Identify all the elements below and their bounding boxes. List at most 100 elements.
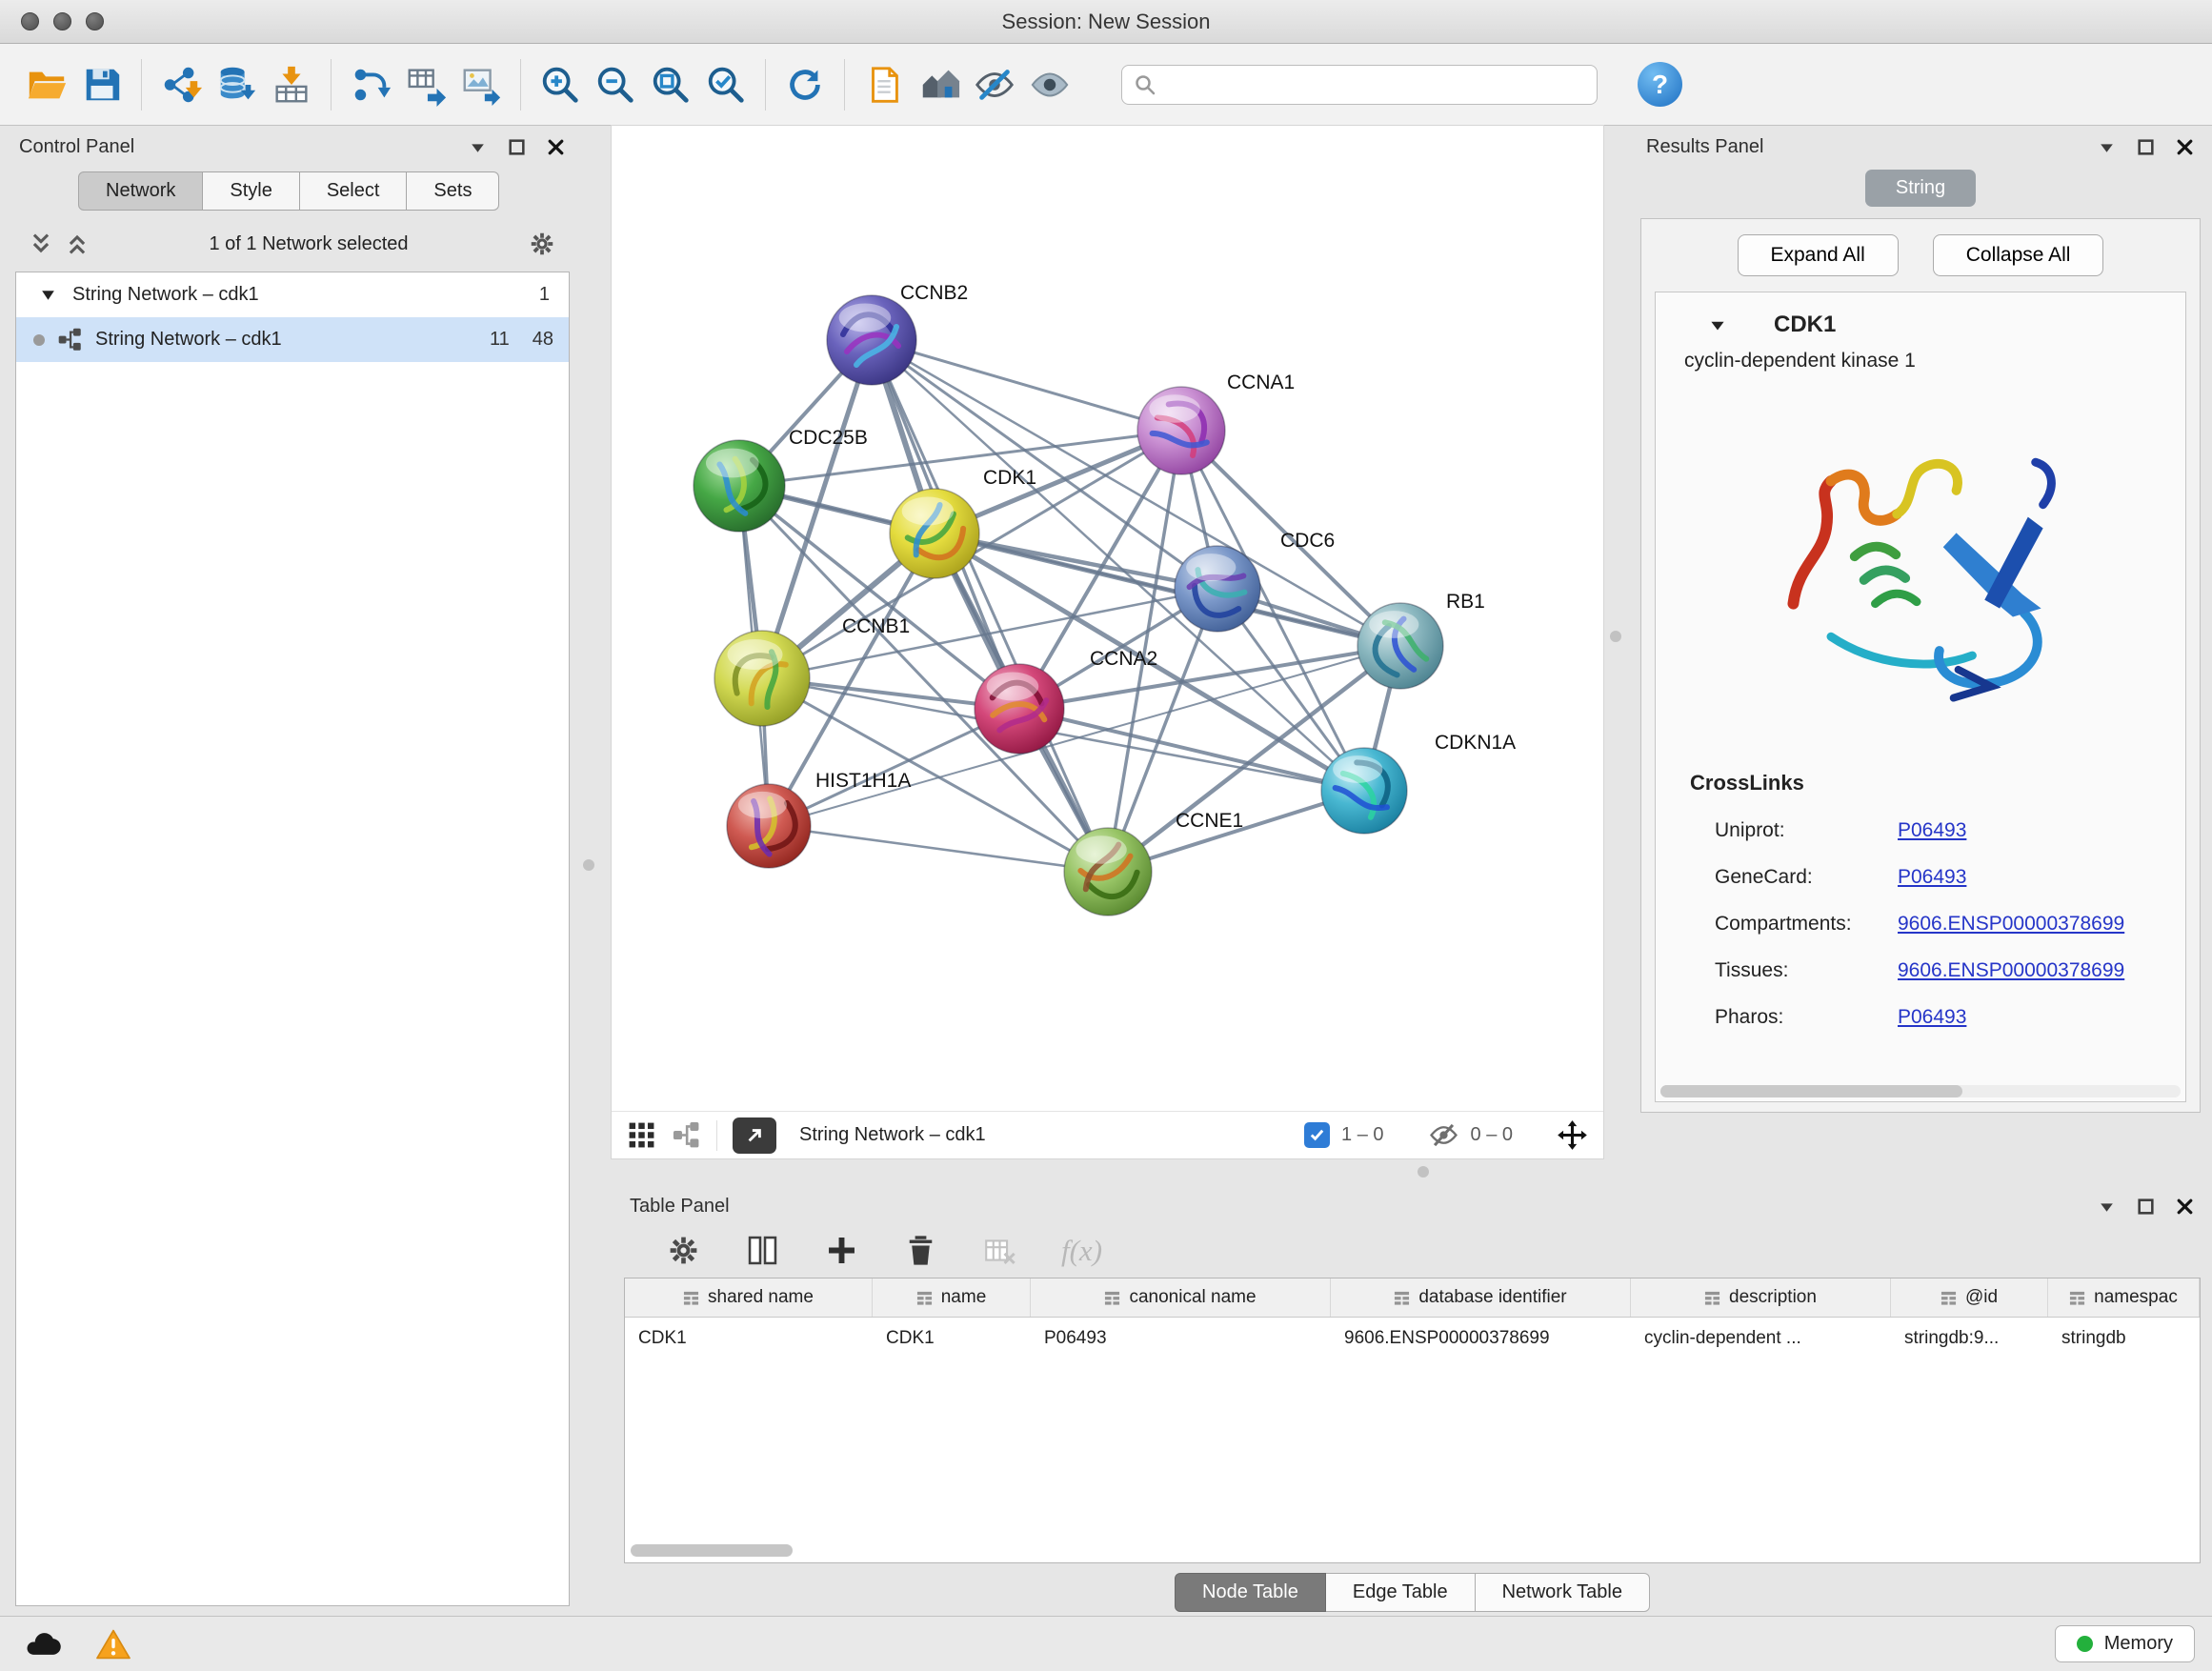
hidden-eye-slash-icon[interactable] (1428, 1119, 1459, 1151)
section-collapse-caret-icon[interactable] (1707, 314, 1728, 335)
folder-open-icon (25, 63, 69, 107)
panel-menu-caret-icon[interactable] (468, 137, 488, 157)
network-row-selected[interactable]: String Network – cdk1 11 48 (16, 317, 569, 362)
network-node-cdc6[interactable] (1175, 546, 1260, 632)
export-image-button[interactable] (453, 54, 509, 115)
network-edge[interactable] (872, 340, 1108, 872)
column-header[interactable]: database identifier (1331, 1278, 1631, 1317)
close-panel-icon[interactable] (2175, 1197, 2195, 1217)
show-panels-button[interactable] (1022, 54, 1077, 115)
import-network-file-button[interactable] (153, 54, 209, 115)
zoom-window-button[interactable] (86, 12, 104, 30)
table-row[interactable]: CDK1 CDK1 P06493 9606.ENSP00000378699 cy… (625, 1318, 2200, 1359)
network-node-ccnb1[interactable] (714, 631, 810, 726)
collapse-all-button[interactable]: Collapse All (1933, 234, 2104, 276)
close-window-button[interactable] (21, 12, 39, 30)
cloud-status-button[interactable] (17, 1624, 69, 1664)
network-small-icon[interactable] (672, 1120, 701, 1150)
network-node-ccnb2[interactable] (827, 295, 916, 385)
tab-string[interactable]: String (1865, 170, 1976, 207)
network-node-hist1h1a[interactable] (727, 784, 811, 868)
zoom-selected-button[interactable] (698, 54, 754, 115)
export-table-button[interactable] (398, 54, 453, 115)
tab-edge-table[interactable]: Edge Table (1326, 1573, 1476, 1612)
save-session-button[interactable] (74, 54, 130, 115)
help-button[interactable]: ? (1638, 62, 1682, 107)
column-header[interactable]: name (873, 1278, 1031, 1317)
crosslink-label: Compartments: (1715, 913, 1898, 936)
panel-menu-caret-icon[interactable] (2097, 1197, 2117, 1217)
results-horizontal-scrollbar[interactable] (1660, 1085, 2181, 1097)
pan-crosshair-icon[interactable] (1557, 1119, 1588, 1151)
network-node-rb1[interactable] (1357, 603, 1443, 689)
network-edge[interactable] (769, 826, 1108, 872)
open-session-button[interactable] (19, 54, 74, 115)
tab-node-table[interactable]: Node Table (1175, 1573, 1326, 1612)
delete-column-trash-icon[interactable] (903, 1233, 938, 1268)
expand-all-button[interactable]: Expand All (1738, 234, 1899, 276)
network-node-cdc25b[interactable] (694, 440, 785, 532)
vertical-splitter-handle[interactable] (1610, 631, 1621, 642)
zoom-fit-button[interactable] (643, 54, 698, 115)
search-input[interactable] (1164, 73, 1585, 95)
column-header[interactable]: description (1631, 1278, 1891, 1317)
collapse-all-networks-icon[interactable] (29, 232, 53, 256)
create-column-plus-icon[interactable] (824, 1233, 859, 1268)
crosslink-value[interactable]: P06493 (1898, 1006, 1966, 1029)
hide-panels-button[interactable] (967, 54, 1022, 115)
float-panel-icon[interactable] (2136, 1197, 2156, 1217)
network-options-gear-icon[interactable] (528, 230, 556, 258)
network-view-title: String Network – cdk1 (799, 1124, 986, 1146)
selected-checkbox-icon[interactable] (1304, 1122, 1330, 1148)
import-network-database-button[interactable] (209, 54, 264, 115)
tab-sets[interactable]: Sets (407, 171, 499, 211)
hidden-counts: 0 – 0 (1471, 1124, 1513, 1146)
warnings-button[interactable] (88, 1624, 139, 1664)
tab-network-table[interactable]: Network Table (1476, 1573, 1650, 1612)
network-node-cdkn1a[interactable] (1321, 748, 1407, 834)
network-node-cdk1[interactable] (890, 489, 979, 578)
expand-all-networks-icon[interactable] (65, 232, 90, 256)
memory-button[interactable]: Memory (2055, 1625, 2195, 1662)
column-header[interactable]: canonical name (1031, 1278, 1331, 1317)
panel-menu-caret-icon[interactable] (2097, 137, 2117, 157)
float-panel-icon[interactable] (2136, 137, 2156, 157)
network-canvas-svg[interactable]: CCNB2CCNA1CDC25BCDK1CDC6RB1CCNB1CCNA2CDK… (612, 126, 1603, 1111)
close-panel-icon[interactable] (546, 137, 566, 157)
search-field[interactable] (1121, 65, 1598, 105)
horizontal-splitter[interactable] (612, 1158, 2201, 1185)
export-network-button[interactable] (343, 54, 398, 115)
crosslink-value[interactable]: P06493 (1898, 866, 1966, 889)
network-node-ccna2[interactable] (975, 664, 1064, 754)
crosslink-value[interactable]: 9606.ENSP00000378699 (1898, 913, 2124, 936)
network-node-ccne1[interactable] (1064, 828, 1152, 916)
vertical-splitter-handle[interactable] (583, 859, 594, 871)
collection-count: 1 (539, 284, 550, 306)
minimize-window-button[interactable] (53, 12, 71, 30)
import-table-button[interactable] (264, 54, 319, 115)
network-node-ccna1[interactable] (1137, 387, 1225, 474)
network-collection-row[interactable]: String Network – cdk1 1 (16, 272, 569, 317)
open-in-new-button[interactable] (733, 1117, 776, 1154)
tab-network[interactable]: Network (78, 171, 203, 211)
crosslink-value[interactable]: P06493 (1898, 819, 1966, 842)
show-columns-icon[interactable] (745, 1233, 780, 1268)
zoom-out-button[interactable] (588, 54, 643, 115)
table-horizontal-scrollbar[interactable] (631, 1544, 793, 1557)
disclosure-caret-icon[interactable] (39, 286, 57, 304)
tab-select[interactable]: Select (300, 171, 408, 211)
crosslink-value[interactable]: 9606.ENSP00000378699 (1898, 959, 2124, 982)
new-document-button[interactable] (856, 54, 912, 115)
tab-style[interactable]: Style (203, 171, 299, 211)
table-settings-gear-icon[interactable] (666, 1233, 701, 1268)
column-header[interactable]: namespac (2048, 1278, 2200, 1317)
column-header[interactable]: shared name (625, 1278, 873, 1317)
close-panel-icon[interactable] (2175, 137, 2195, 157)
apply-layout-button[interactable] (777, 54, 833, 115)
float-panel-icon[interactable] (507, 137, 527, 157)
home-button[interactable] (912, 54, 967, 115)
zoom-in-button[interactable] (533, 54, 588, 115)
column-header[interactable]: @id (1891, 1278, 2048, 1317)
network-edge[interactable] (872, 340, 1181, 431)
birds-eye-grid-icon[interactable] (627, 1120, 656, 1150)
